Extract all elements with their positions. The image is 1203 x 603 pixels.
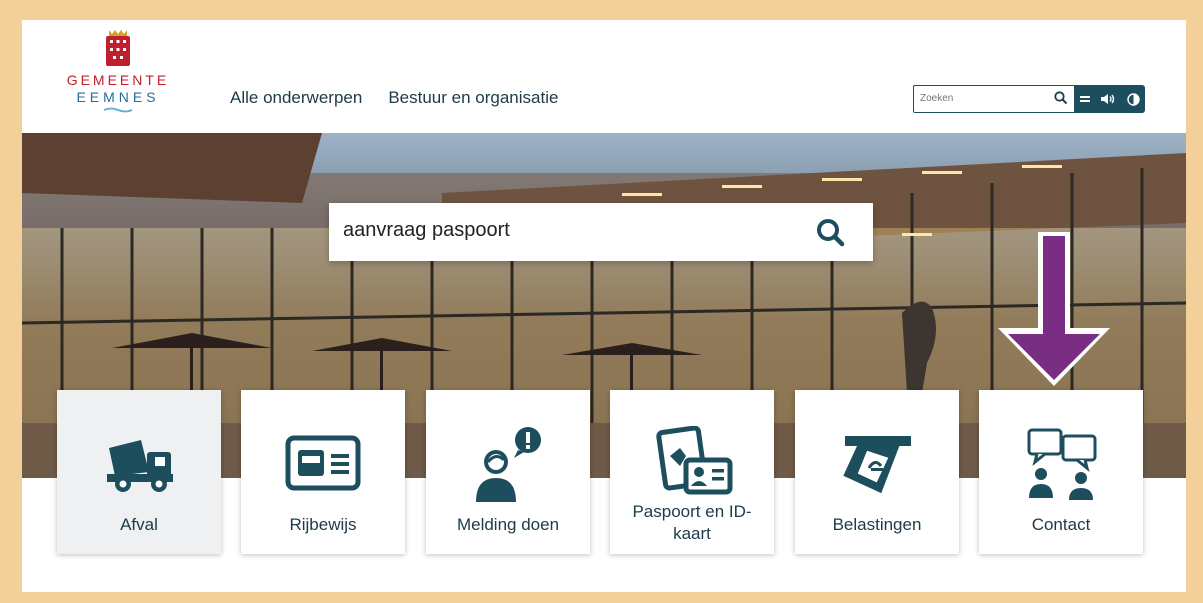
- header-search-input[interactable]: [920, 93, 1045, 104]
- tile-label: Paspoort en ID-kaart: [632, 502, 752, 543]
- tile-label: Afval: [120, 515, 158, 534]
- logo-line-1: GEMEENTE: [66, 72, 170, 88]
- header-search: [913, 85, 1075, 113]
- menu-icon[interactable]: [1080, 94, 1091, 104]
- passport-id-icon: [656, 426, 733, 495]
- main-search-input[interactable]: [343, 219, 783, 242]
- nav-item-governance[interactable]: Bestuur en organisatie: [388, 88, 558, 108]
- tile-paspoort-id-kaart[interactable]: Paspoort en ID-kaart: [610, 390, 774, 554]
- tile-label: Contact: [1031, 515, 1091, 534]
- nav-item-all-topics[interactable]: Alle onderwerpen: [230, 88, 362, 108]
- contrast-icon[interactable]: [1127, 92, 1140, 106]
- tile-contact[interactable]: Contact: [979, 390, 1143, 554]
- wave-icon: [103, 107, 133, 113]
- municipality-logo[interactable]: GEMEENTE EEMNES: [62, 28, 174, 128]
- tile-belastingen[interactable]: Belastingen: [795, 390, 959, 554]
- crest-icon: [106, 30, 130, 66]
- tile-label: Melding doen: [456, 515, 560, 534]
- tile-afval[interactable]: Afval: [57, 390, 221, 554]
- chat-people-icon: [1027, 428, 1097, 500]
- search-icon[interactable]: [1054, 91, 1068, 105]
- tile-rijbewijs[interactable]: Rijbewijs: [241, 390, 405, 554]
- page-frame: GEMEENTE EEMNES Alle onderwerpen Bestuur…: [22, 20, 1186, 592]
- logo-line-2: EEMNES: [76, 89, 160, 105]
- tile-label: Rijbewijs: [289, 515, 357, 534]
- arrow-down-icon: [998, 232, 1110, 386]
- accessibility-toolbar: [1075, 85, 1145, 113]
- person-alert-icon: [476, 427, 541, 502]
- tile-label: Belastingen: [832, 515, 922, 534]
- garbage-truck-icon: [107, 440, 173, 492]
- tax-card-icon: [843, 436, 911, 494]
- main-search: [329, 203, 873, 261]
- tile-melding-doen[interactable]: Melding doen: [426, 390, 590, 554]
- drivers-license-icon: [285, 435, 361, 491]
- speaker-icon[interactable]: [1100, 93, 1116, 105]
- search-button-icon[interactable]: [815, 217, 847, 249]
- main-nav: Alle onderwerpen Bestuur en organisatie: [230, 88, 558, 108]
